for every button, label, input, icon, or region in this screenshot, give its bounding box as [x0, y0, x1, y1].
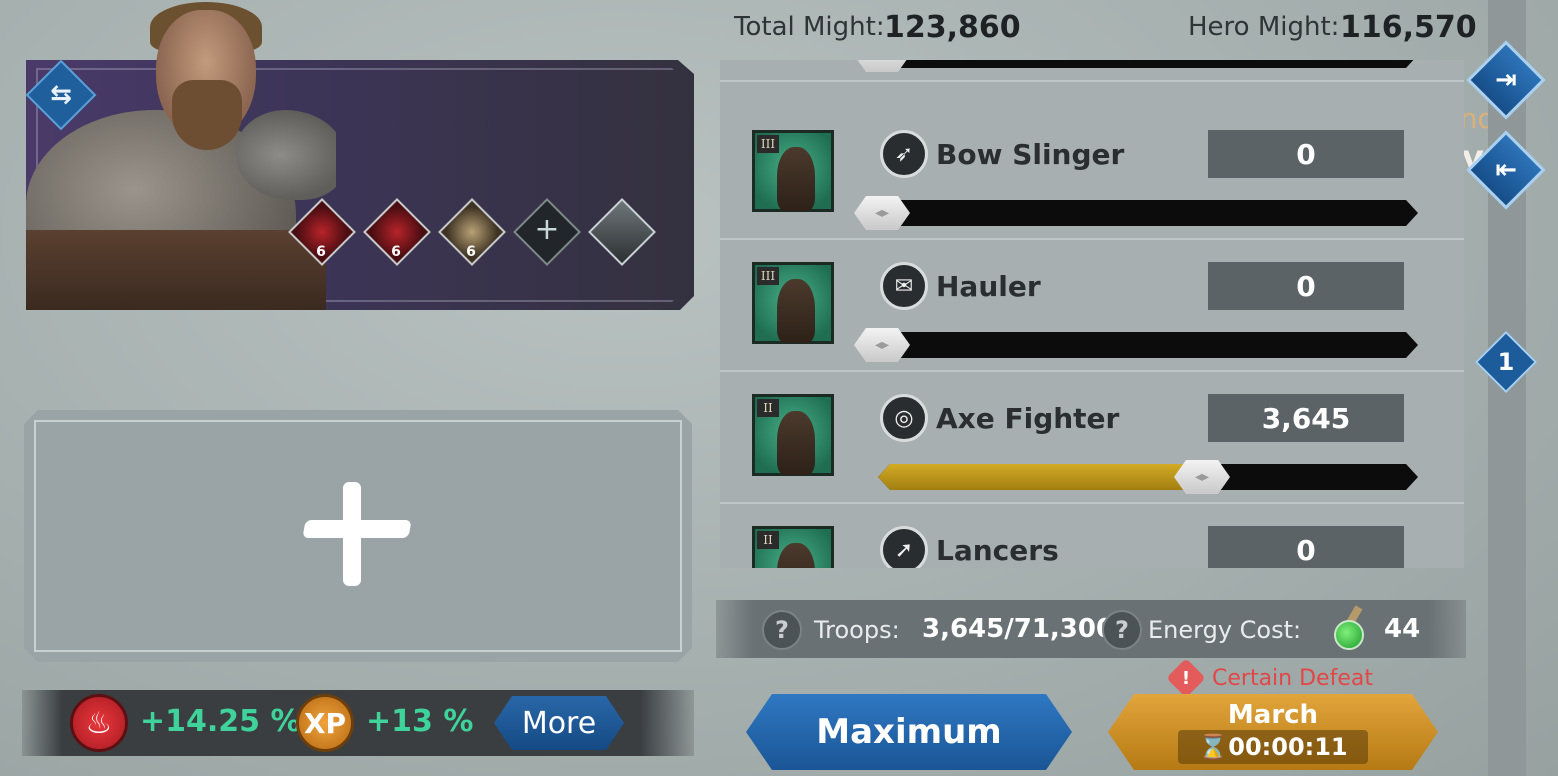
- troop-slider[interactable]: [878, 332, 1418, 358]
- troops-help-icon[interactable]: ?: [762, 610, 802, 650]
- troop-portrait[interactable]: II: [752, 394, 834, 476]
- fire-bonus-value: +14.25 %: [140, 704, 301, 739]
- slider-handle[interactable]: ◂▸: [854, 60, 910, 72]
- troop-name: Hauler: [936, 270, 1041, 303]
- skill-slot-3[interactable]: 6: [438, 198, 506, 272]
- troop-name: Lancers: [936, 534, 1059, 567]
- hero-might-value: 116,570: [1340, 10, 1477, 45]
- slider-fill: [878, 464, 1202, 490]
- troop-name: Bow Slinger: [936, 138, 1125, 171]
- troop-row: II ➚ Lancers 0: [720, 504, 1464, 568]
- scroll-icon: ✉: [880, 262, 928, 310]
- troop-count-input[interactable]: 0: [1208, 262, 1404, 310]
- tier-badge: II: [757, 399, 779, 417]
- xp-icon: XP: [296, 694, 354, 752]
- queue-number-badge[interactable]: 1: [1474, 330, 1538, 394]
- flame-icon: ♨: [70, 694, 128, 752]
- tier-badge: II: [757, 531, 779, 549]
- skill-level: 6: [316, 244, 326, 260]
- hero-might-label: Hero Might:: [1188, 12, 1340, 42]
- more-button[interactable]: More: [494, 696, 624, 750]
- enter-icon: ⇥: [1495, 65, 1517, 95]
- energy-cost-value: 44: [1384, 614, 1421, 644]
- slider-handle[interactable]: ◂▸: [854, 328, 910, 362]
- troop-row: II ◎ Axe Fighter 3,645 ◂▸: [720, 372, 1464, 504]
- skill-row: 6 6 6 +: [288, 198, 656, 274]
- target-icon: ◎: [880, 394, 928, 442]
- plus-icon: +: [534, 212, 560, 247]
- energy-help-icon[interactable]: ?: [1102, 610, 1142, 650]
- xp-bonus-value: +13 %: [366, 704, 474, 739]
- troop-slider[interactable]: [878, 464, 1418, 490]
- spear-icon: ➚: [880, 526, 928, 568]
- total-might-value: 123,860: [884, 10, 1021, 45]
- battle-outcome-text: Certain Defeat: [1212, 666, 1373, 691]
- troop-count-input[interactable]: 3,645: [1208, 394, 1404, 442]
- troop-portrait[interactable]: III: [752, 262, 834, 344]
- empty-skill-icon: [588, 198, 656, 266]
- enter-icon: ⇤: [1495, 155, 1517, 185]
- troop-row: III ✉ Hauler 0 ◂▸: [720, 240, 1464, 372]
- troop-slider[interactable]: [878, 200, 1418, 226]
- skill-slot-5[interactable]: [588, 198, 656, 272]
- troop-name: Axe Fighter: [936, 402, 1120, 435]
- warning-icon: !: [1166, 658, 1206, 698]
- troop-count-input[interactable]: 0: [1208, 130, 1404, 178]
- slider-handle[interactable]: ◂▸: [1174, 460, 1230, 494]
- troops-label: Troops:: [814, 616, 900, 644]
- march-timer: ⌛00:00:11: [1178, 730, 1368, 764]
- troops-value: 3,645/71,300: [922, 614, 1115, 644]
- slider-handle[interactable]: ◂▸: [854, 196, 910, 230]
- troop-portrait[interactable]: III: [752, 130, 834, 212]
- swap-arrows-icon: ⇆: [50, 80, 72, 110]
- troop-count-input[interactable]: 0: [1208, 526, 1404, 568]
- energy-cost-label: Energy Cost:: [1148, 616, 1302, 644]
- troop-row: III ➶ Bow Slinger 0 ◂▸: [720, 108, 1464, 240]
- total-might-label: Total Might:: [734, 12, 885, 42]
- energy-potion-icon: [1330, 605, 1370, 650]
- tier-badge: III: [757, 267, 779, 285]
- skill-slot-2[interactable]: 6: [363, 198, 431, 272]
- queue-number: 1: [1497, 348, 1515, 376]
- skill-level: 6: [391, 244, 401, 260]
- march-label: March: [1227, 700, 1319, 730]
- skill-slot-1[interactable]: 6: [288, 198, 356, 272]
- maximum-button[interactable]: Maximum: [746, 694, 1072, 770]
- skill-level: 6: [466, 244, 476, 260]
- troop-list[interactable]: ◂▸ III ➶ Bow Slinger 0 ◂▸ III ✉ Hauler 0…: [720, 60, 1464, 568]
- troop-row-partial: ◂▸: [720, 60, 1464, 82]
- troop-slider[interactable]: [878, 60, 1418, 68]
- add-skill-slot[interactable]: +: [513, 198, 581, 272]
- bow-icon: ➶: [880, 130, 928, 178]
- wolf-figure: [236, 110, 336, 200]
- add-commander-plus-icon-vertical: [343, 482, 361, 586]
- troop-portrait[interactable]: II: [752, 526, 834, 568]
- tier-badge: III: [757, 135, 779, 153]
